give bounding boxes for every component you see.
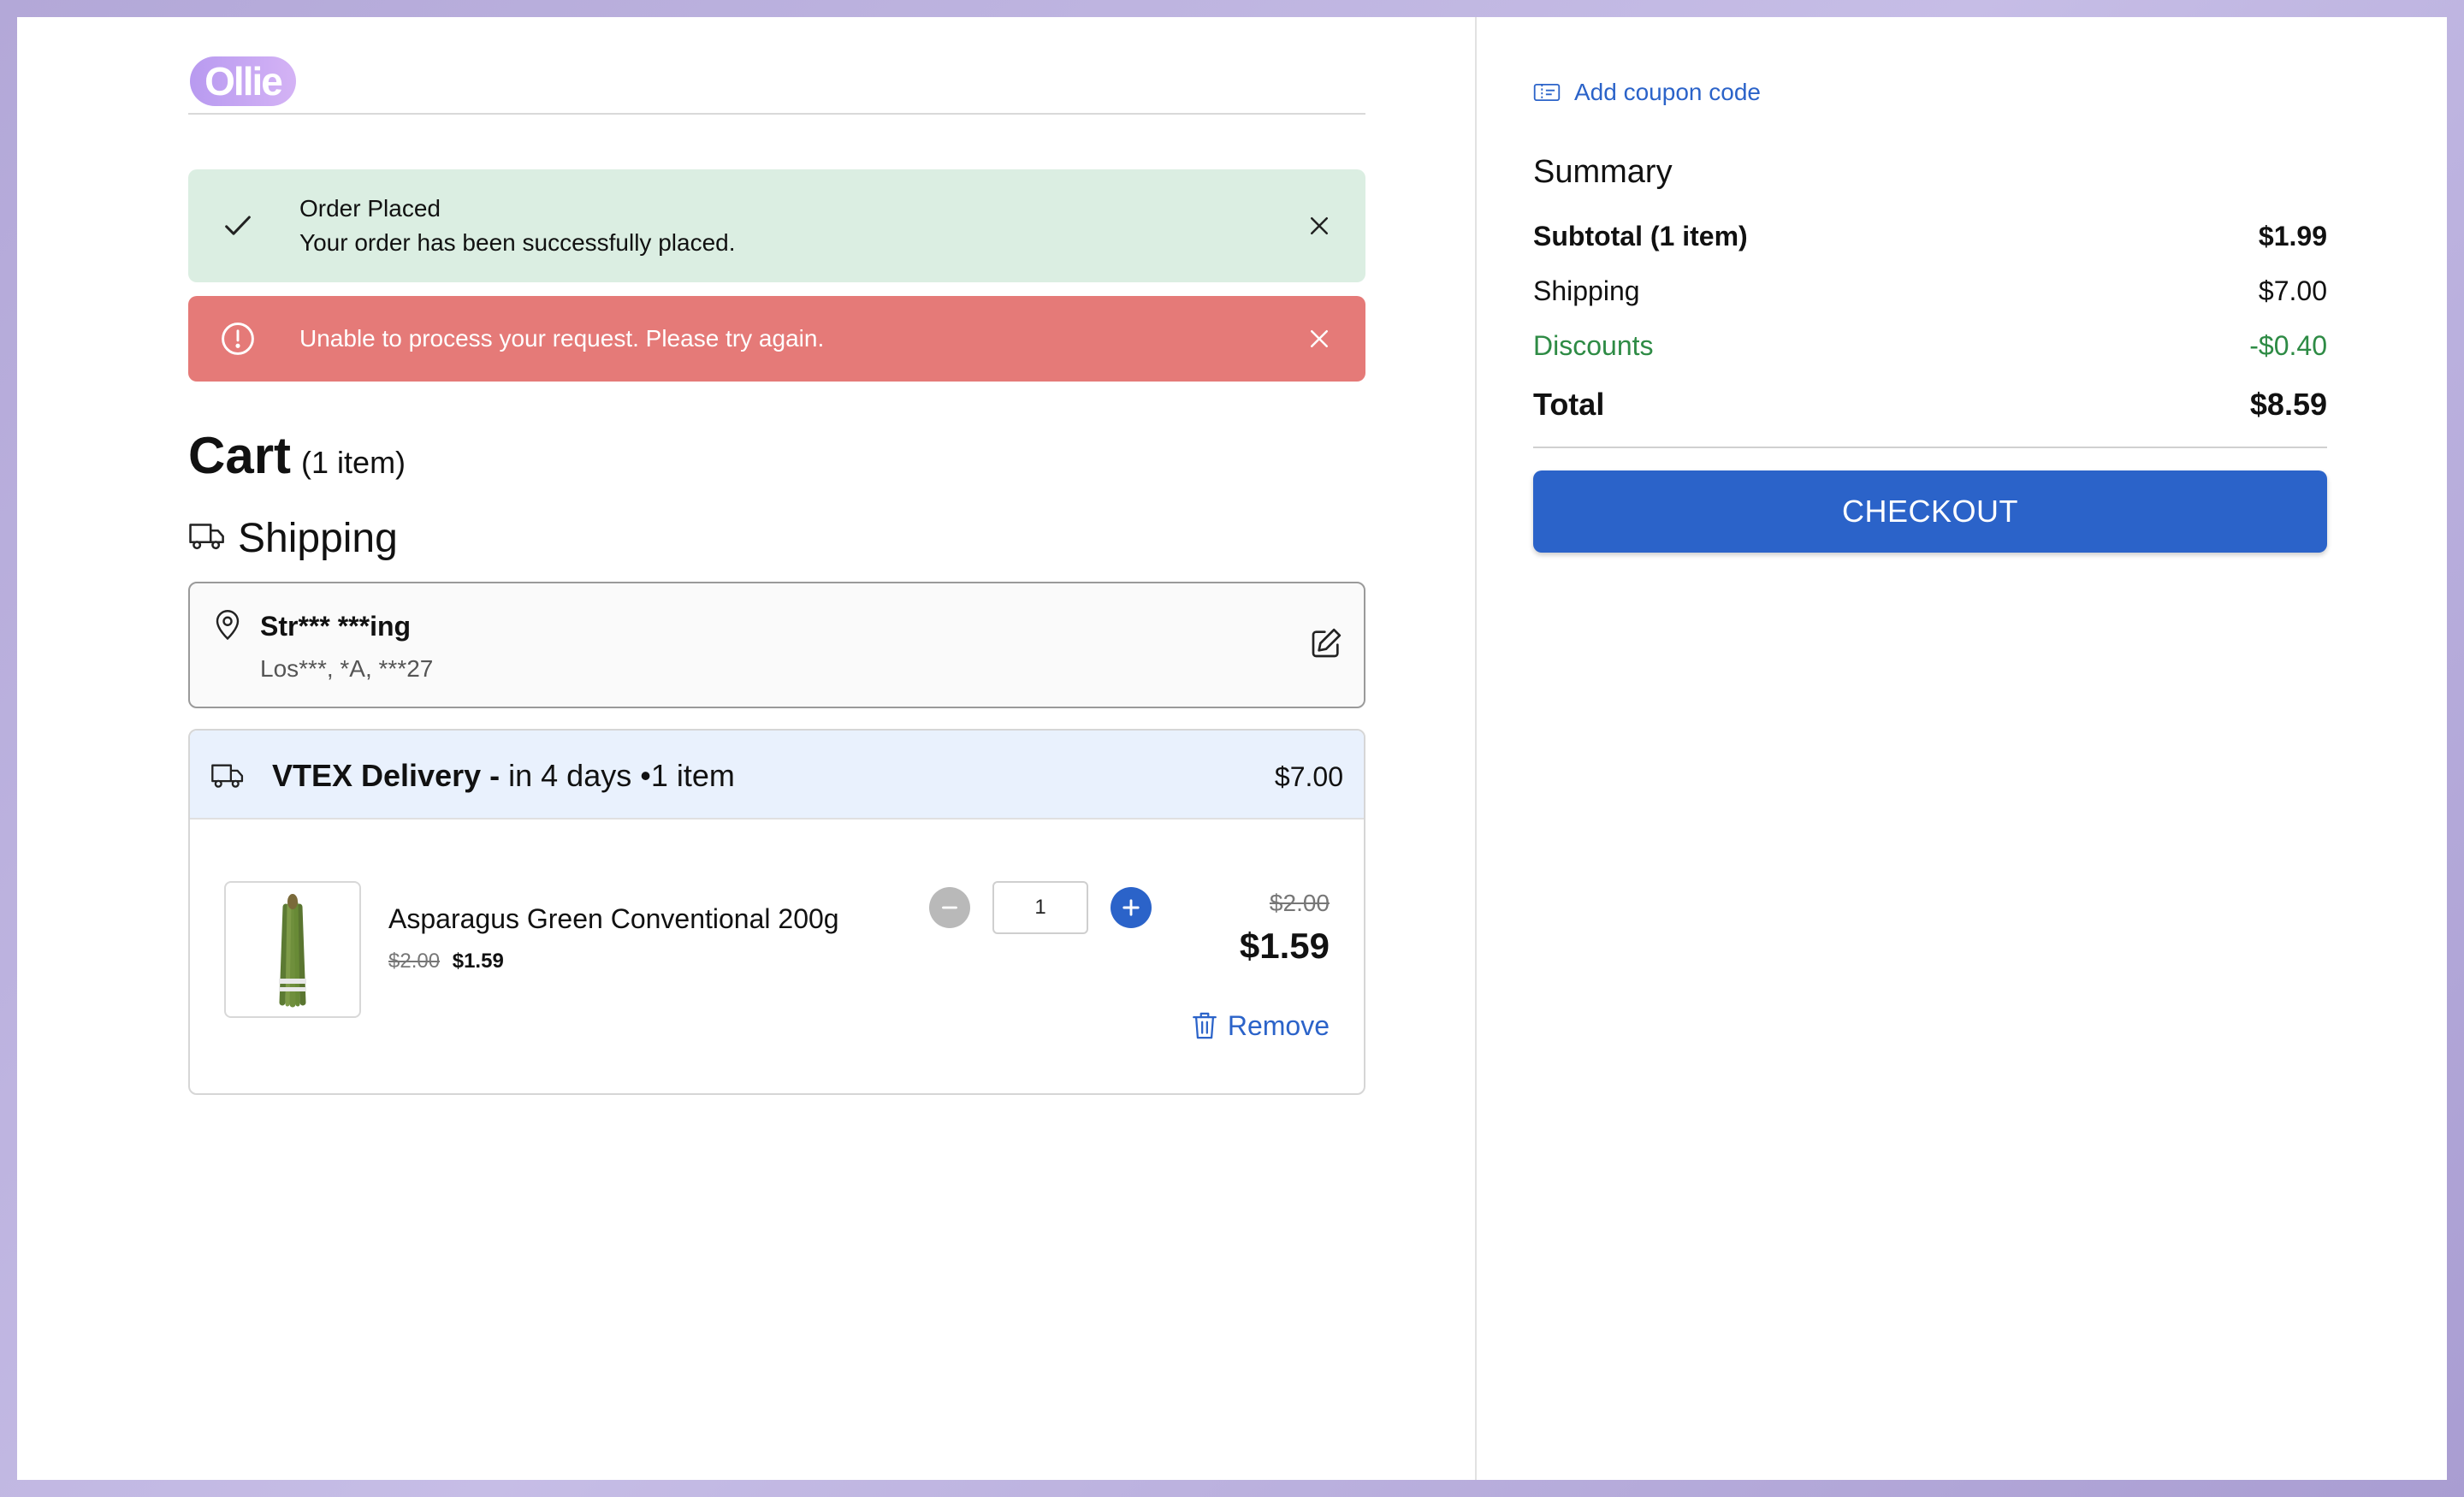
error-alert-message: Unable to process your request. Please t… — [299, 325, 825, 352]
item-current-price: $1.59 — [1239, 926, 1330, 966]
minus-icon — [942, 906, 957, 909]
success-alert-message: Your order has been successfully placed. — [299, 229, 736, 256]
product-image[interactable] — [224, 881, 361, 1018]
success-alert-title: Order Placed — [299, 195, 441, 222]
ticket-icon — [1533, 83, 1561, 102]
logo[interactable]: Ollie — [190, 56, 296, 106]
add-coupon-link[interactable]: Add coupon code — [1533, 79, 1761, 106]
delivery-name: VTEX Delivery - in 4 days •1 item — [272, 758, 735, 794]
subtotal-row: Subtotal (1 item) $1.99 — [1533, 221, 2327, 252]
truck-icon — [188, 519, 226, 558]
cart-heading: Cart (1 item) — [188, 426, 406, 485]
unit-new-price: $1.59 — [452, 950, 504, 973]
discounts-value: -$0.40 — [2249, 330, 2327, 361]
map-pin-icon — [212, 607, 243, 646]
error-alert: Unable to process your request. Please t… — [188, 296, 1365, 382]
cart-count: (1 item) — [301, 445, 406, 480]
shipping-heading: Shipping — [188, 515, 398, 562]
quantity-input[interactable] — [992, 881, 1088, 934]
decrease-quantity-button[interactable] — [929, 887, 970, 928]
add-coupon-label: Add coupon code — [1574, 79, 1761, 105]
item-price: $2.00 $1.59 — [1240, 890, 1330, 967]
delivery-detail: in 4 days •1 item — [508, 758, 735, 793]
check-icon — [219, 207, 257, 245]
remove-label: Remove — [1227, 1009, 1330, 1041]
delivery-carrier: VTEX Delivery - — [272, 758, 500, 793]
total-row: Total $8.59 — [1533, 387, 2327, 423]
shipping-title: Shipping — [238, 516, 398, 561]
address-street: Str*** ***ing — [260, 611, 412, 642]
summary-divider — [1533, 447, 2327, 448]
close-icon[interactable] — [1304, 323, 1335, 354]
close-icon[interactable] — [1304, 210, 1335, 241]
truck-icon — [210, 761, 245, 795]
header: Ollie — [188, 38, 1365, 115]
alert-circle-icon — [219, 320, 257, 358]
address-card: Str*** ***ing Los***, *A, ***27 — [188, 582, 1365, 708]
delivery-header: VTEX Delivery - in 4 days •1 item $7.00 — [190, 731, 1364, 820]
total-value: $8.59 — [2249, 387, 2327, 422]
trash-icon — [1192, 1012, 1217, 1039]
product-name[interactable]: Asparagus Green Conventional 200g — [388, 903, 839, 935]
checkout-button[interactable]: CHECKOUT — [1533, 470, 2327, 553]
plus-icon — [1122, 899, 1140, 916]
address-city: Los***, *A, ***27 — [260, 655, 434, 682]
total-label: Total — [1533, 387, 1605, 422]
item-old-price: $2.00 — [1269, 890, 1330, 916]
discounts-label: Discounts — [1533, 330, 1654, 361]
subtotal-value: $1.99 — [2258, 221, 2327, 251]
remove-button[interactable]: Remove — [1190, 1009, 1330, 1042]
cart-title: Cart — [188, 427, 292, 484]
summary-title: Summary — [1533, 154, 1673, 190]
delivery-card: VTEX Delivery - in 4 days •1 item $7.00 — [188, 729, 1365, 1095]
success-alert: Order Placed Your order has been success… — [188, 169, 1365, 282]
page-frame: Ollie Order Placed Your order has been s… — [17, 17, 2447, 1480]
subtotal-label: Subtotal (1 item) — [1533, 221, 1748, 251]
discounts-row: Discounts -$0.40 — [1533, 330, 2327, 362]
success-alert-text: Order Placed Your order has been success… — [299, 192, 736, 260]
increase-quantity-button[interactable] — [1111, 887, 1152, 928]
shipping-label: Shipping — [1533, 275, 1640, 306]
unit-prices: $2.00 $1.59 — [388, 950, 504, 973]
shipping-row: Shipping $7.00 — [1533, 275, 2327, 307]
summary-column: Add coupon code Summary Subtotal (1 item… — [1477, 17, 2447, 1480]
edit-icon[interactable] — [1309, 626, 1343, 665]
quantity-stepper — [929, 881, 1152, 934]
unit-old-price: $2.00 — [388, 950, 441, 973]
delivery-price: $7.00 — [1274, 761, 1343, 792]
cart-column: Ollie Order Placed Your order has been s… — [17, 17, 1477, 1480]
shipping-value: $7.00 — [2258, 275, 2327, 306]
